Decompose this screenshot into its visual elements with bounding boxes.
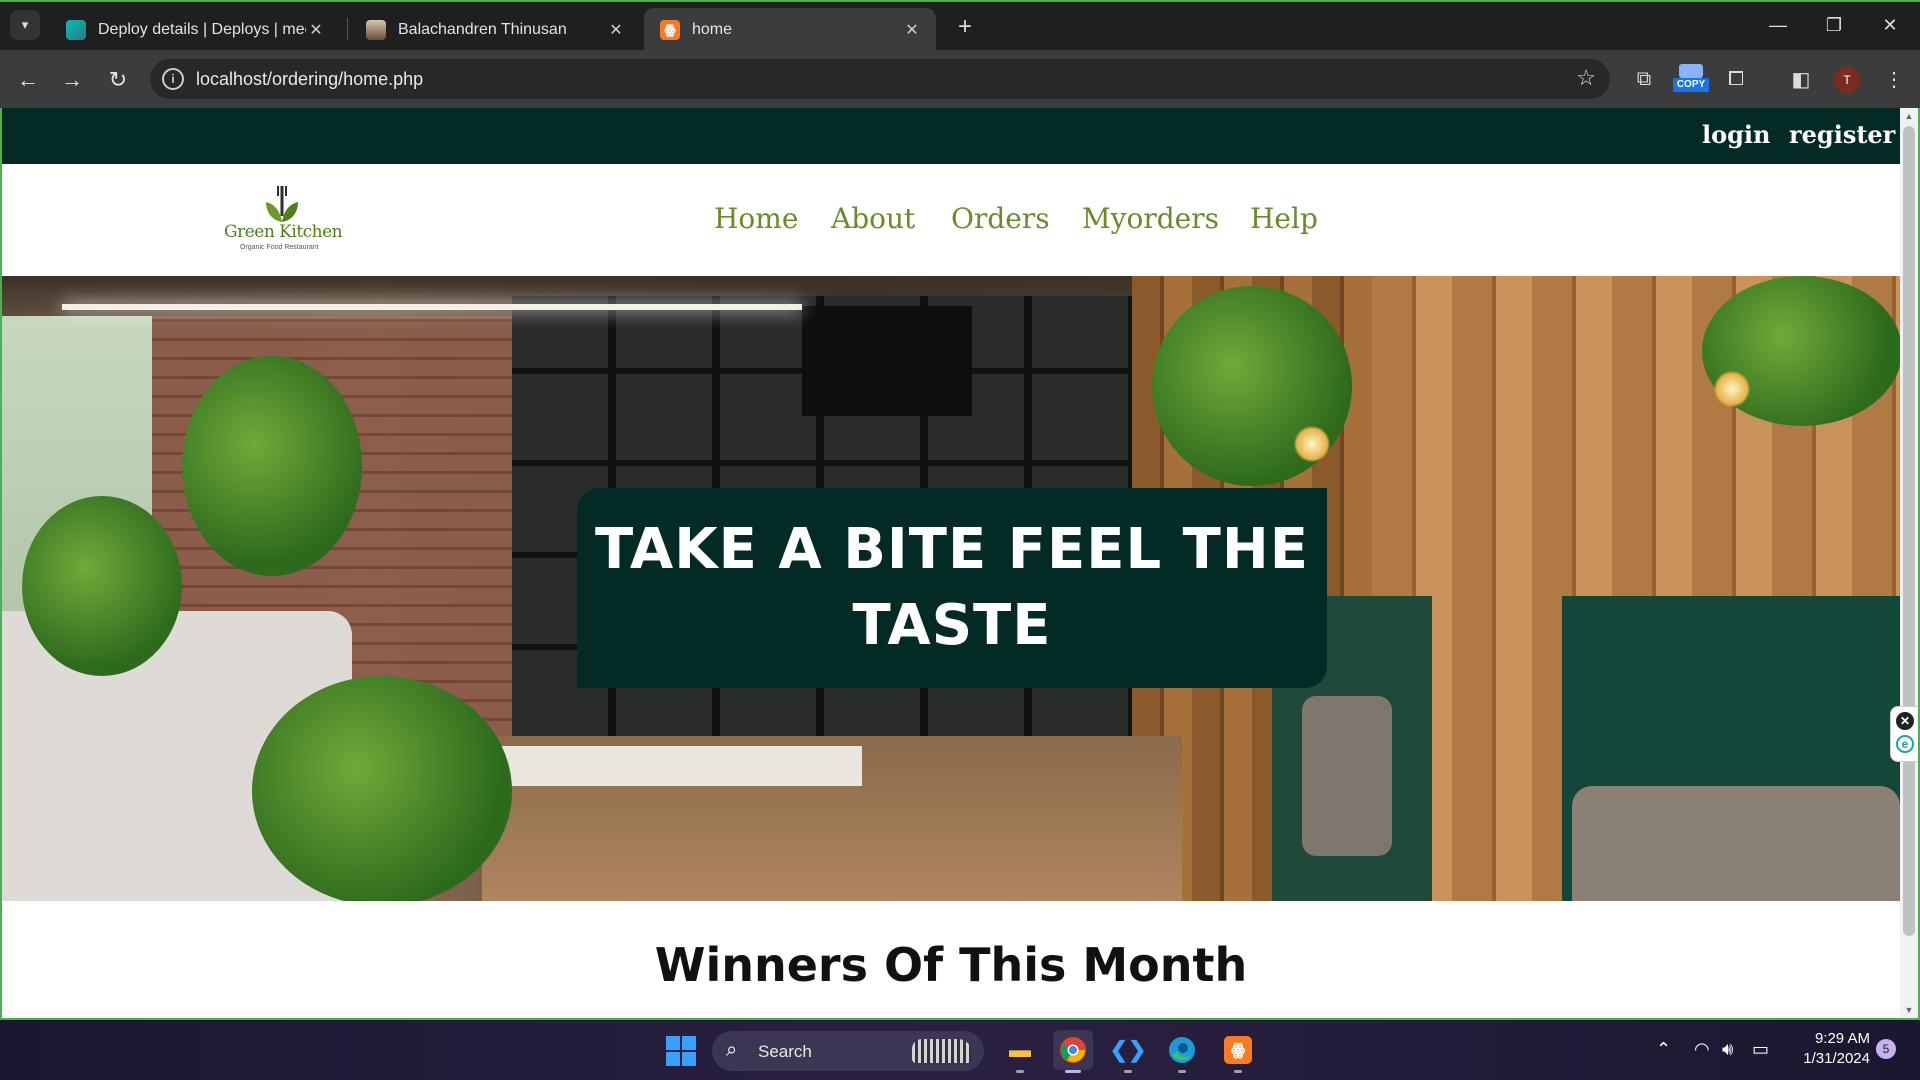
close-tab-icon[interactable]: ✕ [306,20,326,40]
scroll-thumb[interactable] [1903,126,1915,936]
extensions-puzzle-icon[interactable]: ⧠ [1722,65,1750,93]
side-panel-icon[interactable]: ◧ [1787,65,1815,93]
hero-plant [182,356,362,576]
copy-extension-graphic [1679,64,1703,78]
nav-help[interactable]: Help [1250,202,1318,235]
green-kitchen-logo[interactable]: Green Kitchen Organic Food Restaurant [220,184,343,260]
taskbar-clock[interactable]: 9:29 AM 1/31/2024 [1790,1029,1870,1069]
hero-plant [22,496,182,676]
edge-logo-icon [1169,1037,1195,1063]
xampp-icon: ꙮ [660,20,680,40]
hero-armchair [1302,696,1392,856]
hero-lamp [1294,426,1330,462]
hero-headline: TAKE A BITE FEEL THE TASTE [595,517,1309,658]
search-highlight-zebra-icon [912,1039,972,1063]
xampp-taskbar-icon[interactable]: ꙮ [1218,1030,1258,1073]
close-circle-icon[interactable]: ✕ [1896,712,1914,730]
winners-section-title: Winners Of This Month [654,938,1248,992]
browser-tabstrip: ▾ Deploy details | Deploys | meek ✕ Bala… [0,0,1920,52]
tab-search-button[interactable]: ▾ [10,10,40,40]
page-scrollbar[interactable]: ▲ ▼ [1900,108,1918,1018]
tab-title: Deploy details | Deploys | meek [98,21,306,38]
taskbar-search[interactable]: ⌕ Search [712,1031,984,1071]
address-bar[interactable]: i localhost/ordering/home.php ☆ [150,59,1610,99]
copy-extension-icon[interactable]: COPY [1673,64,1709,96]
notification-badge[interactable]: 5 [1876,1039,1896,1059]
vscode-icon[interactable]: ❮❯ [1108,1030,1148,1073]
nav-orders[interactable]: Orders [951,202,1050,235]
nav-about[interactable]: About [831,202,915,235]
tab-home[interactable]: ꙮ home ✕ [644,8,936,52]
wifi-icon[interactable]: ◠ [1694,1039,1710,1060]
hero-tv [802,306,972,416]
tray-overflow-chevron-icon[interactable]: ⌃ [1656,1039,1671,1060]
leaf-fork-icon [266,186,298,222]
volume-icon[interactable]: 🔊︎ [1722,1039,1733,1060]
chrome-icon[interactable] [1053,1030,1093,1073]
browser-toolbar: ← → ↻ i localhost/ordering/home.php ☆ ⧉ … [0,50,1920,108]
restore-button[interactable]: ❐ [1814,10,1854,40]
minimize-button[interactable]: — [1758,10,1798,40]
new-tab-button[interactable]: + [950,12,980,42]
tab-title: home [692,21,733,38]
edge-icon[interactable] [1162,1030,1202,1073]
battery-icon[interactable]: ▭ [1752,1039,1769,1060]
nav-home[interactable]: Home [714,202,798,235]
bookmark-star-icon[interactable]: ☆ [1576,65,1596,91]
xampp-icon: ꙮ [1224,1036,1252,1064]
forward-button[interactable]: → [56,64,88,96]
close-window-button[interactable]: ✕ [1870,10,1910,40]
scroll-down-arrow[interactable]: ▼ [1900,1002,1918,1018]
register-link[interactable]: register [1789,120,1895,149]
hero-plant [252,676,512,901]
close-tab-icon[interactable]: ✕ [606,20,626,40]
file-explorer-icon[interactable]: ▬ [1000,1030,1040,1073]
profile-avatar[interactable]: T [1834,67,1860,93]
close-tab-icon[interactable]: ✕ [902,20,922,40]
login-link[interactable]: login [1702,120,1770,149]
hero-restaurant-image: TAKE A BITE FEEL THE TASTE [2,276,1900,901]
tab-deploy-details[interactable]: Deploy details | Deploys | meek ✕ [50,8,340,52]
tab-groups-icon[interactable]: ⧉ [1630,65,1658,93]
tab-title: Balachandren Thinusan [398,21,567,38]
windows-taskbar: ⌕ Search ▬ ❮❯ ꙮ ⌃ ◠ 🔊︎ ▭ 9:29 AM 1/31/20… [0,1020,1920,1080]
side-extension-widget[interactable]: ✕ e [1890,706,1918,762]
nav-myorders[interactable]: Myorders [1082,202,1219,235]
hero-light-strip [62,304,802,310]
logo-name: Green Kitchen [224,222,343,242]
chrome-logo-icon [1060,1037,1086,1063]
desktop-screen: ▾ Deploy details | Deploys | meek ✕ Bala… [0,0,1920,1080]
logo-tagline: Organic Food Restaurant [240,244,319,251]
site-header: Green Kitchen Organic Food Restaurant Ho… [2,164,1900,276]
windows-start-icon[interactable] [666,1036,696,1066]
search-icon: ⌕ [726,1039,738,1061]
tab-divider [347,18,348,40]
hero-sofa [1572,786,1900,901]
clock-time: 9:29 AM [1814,1030,1870,1047]
page-viewport: login register Green Kitchen Organic Foo… [0,108,1920,1020]
tab-balachandren[interactable]: Balachandren Thinusan ✕ [350,8,640,52]
taskbar-search-label: Search [758,1042,812,1061]
scroll-up-arrow[interactable]: ▲ [1900,108,1918,124]
menu-kebab-icon[interactable]: ⋮ [1880,65,1908,93]
reload-button[interactable]: ↻ [102,64,134,96]
copy-extension-label: COPY [1673,78,1709,92]
back-button[interactable]: ← [12,64,44,96]
netlify-icon [66,20,86,40]
url-text: localhost/ordering/home.php [196,69,424,89]
e-extension-icon[interactable]: e [1896,735,1914,753]
clock-date: 1/31/2024 [1803,1050,1870,1067]
account-bar: login register [2,108,1900,164]
site-info-icon[interactable]: i [162,68,184,90]
hero-banner: TAKE A BITE FEEL THE TASTE [577,488,1327,688]
hero-lamp [1714,371,1750,407]
profile-photo-icon [366,20,386,40]
